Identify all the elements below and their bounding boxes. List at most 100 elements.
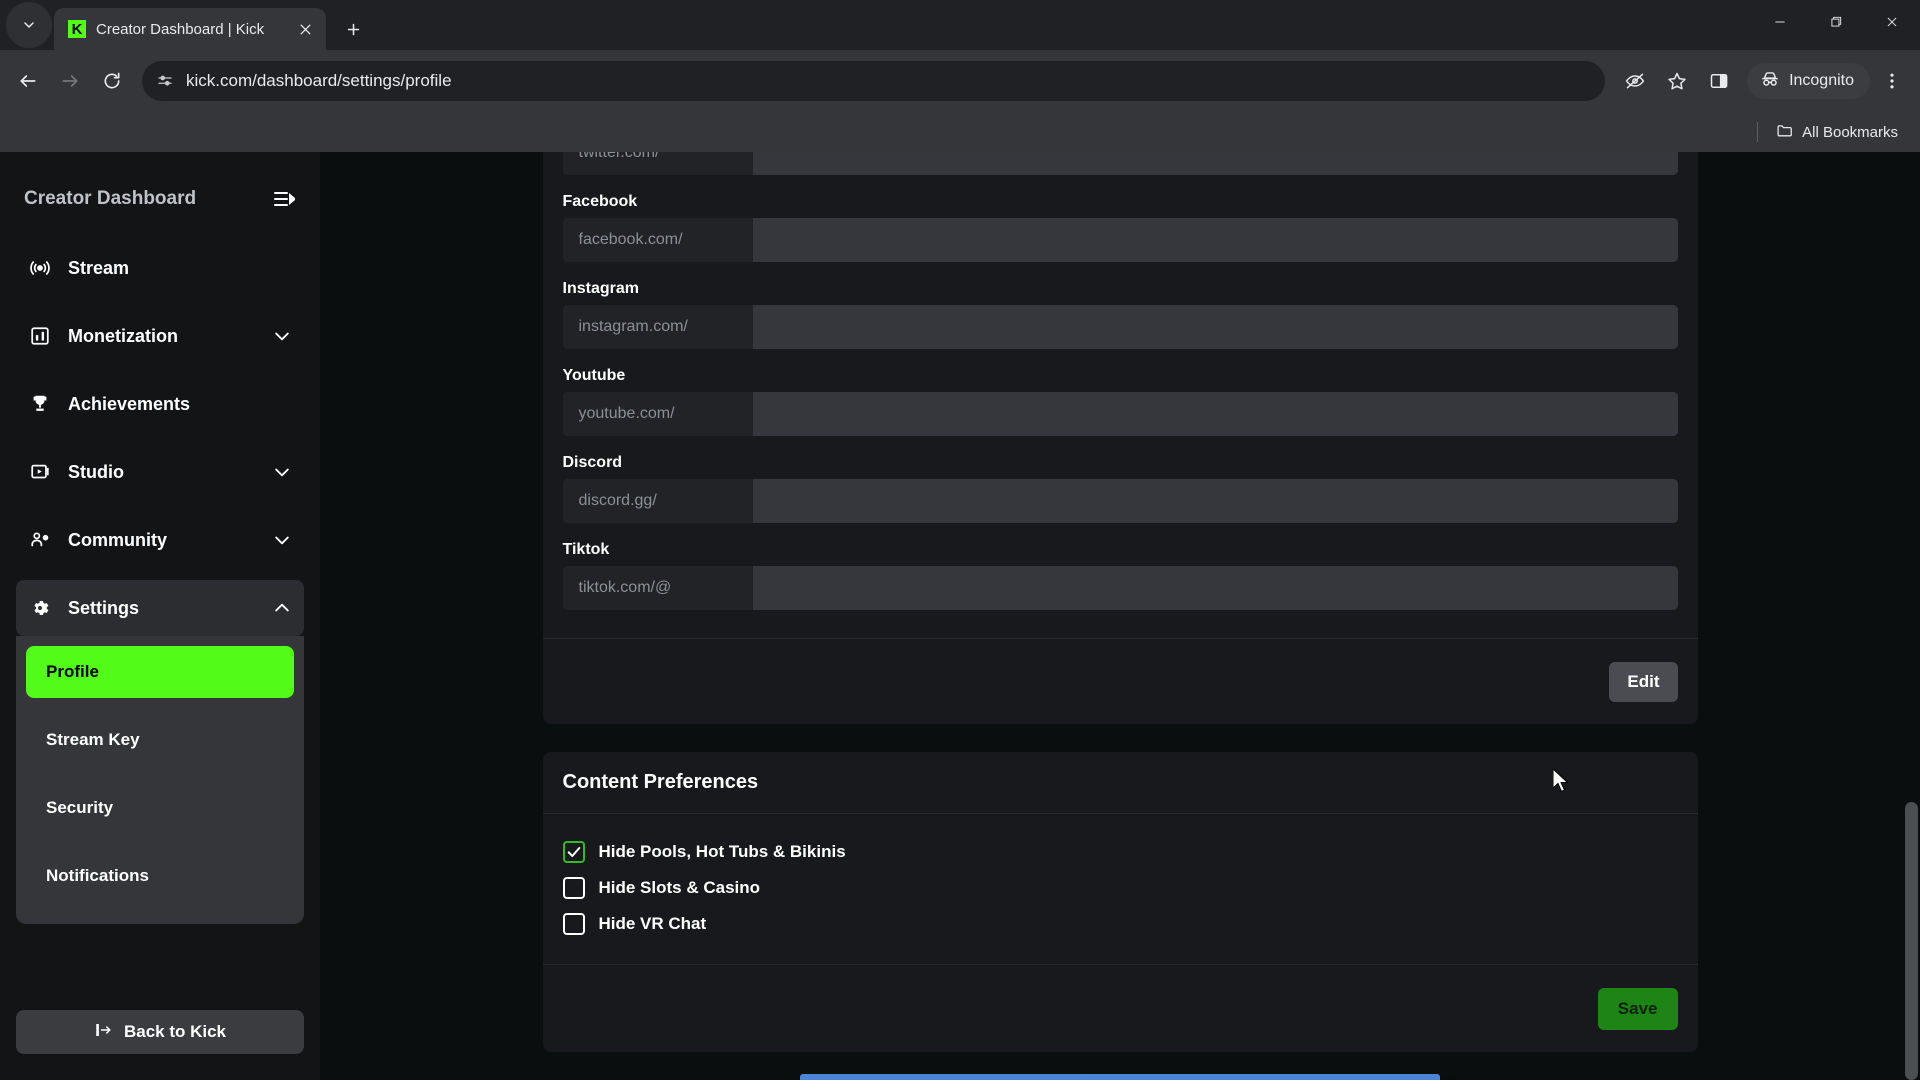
mouse-cursor bbox=[1552, 767, 1573, 795]
chevron-down-icon[interactable] bbox=[272, 530, 292, 550]
page-scrollbar[interactable] bbox=[1903, 152, 1920, 1080]
field-prefix: discord.gg/ bbox=[562, 479, 753, 523]
checkbox-label: Hide Pools, Hot Tubs & Bikinis bbox=[598, 842, 846, 861]
gear-icon bbox=[28, 596, 52, 620]
side-panel-icon[interactable] bbox=[1699, 61, 1739, 101]
back-to-kick-label: Back to Kick bbox=[123, 1022, 227, 1041]
checkbox-row-pools[interactable]: Hide Pools, Hot Tubs & Bikinis bbox=[562, 834, 1678, 870]
field-label: Facebook bbox=[562, 193, 638, 210]
field-value[interactable] bbox=[752, 152, 1678, 175]
content-preferences-options: Hide Pools, Hot Tubs & Bikinis Hide Slot… bbox=[543, 814, 1698, 964]
checkbox-label: Hide Slots & Casino bbox=[598, 878, 761, 897]
checkbox-hide-pools[interactable] bbox=[562, 841, 585, 863]
sidebar-item-profile[interactable]: Profile bbox=[26, 646, 294, 698]
all-bookmarks-label: All Bookmarks bbox=[1802, 123, 1898, 141]
instagram-input[interactable]: instagram.com/ bbox=[562, 305, 1678, 349]
site-settings-icon[interactable] bbox=[156, 72, 174, 90]
sidebar-item-label: Achievements bbox=[68, 393, 191, 414]
field-label: Discord bbox=[562, 454, 623, 471]
field-value[interactable] bbox=[752, 566, 1678, 610]
next-section-partial bbox=[800, 1074, 1440, 1080]
field-prefix: youtube.com/ bbox=[562, 392, 753, 436]
field-prefix: twitter.com/ bbox=[562, 152, 753, 175]
minimize-icon[interactable] bbox=[1752, 0, 1808, 44]
sidebar-item-label: Stream bbox=[68, 257, 130, 278]
content-preferences-footer: Save bbox=[542, 964, 1698, 1052]
field-value[interactable] bbox=[752, 479, 1678, 523]
checkbox-label: Hide VR Chat bbox=[598, 914, 707, 933]
form-row-facebook: Facebook facebook.com/ bbox=[562, 193, 1678, 262]
social-links-form: Twitter twitter.com/ Facebook facebook.c… bbox=[543, 152, 1698, 638]
browser-tab[interactable]: K Creator Dashboard | Kick bbox=[54, 8, 326, 50]
reload-icon[interactable] bbox=[92, 61, 132, 101]
sidebar-subitem-label: Stream Key bbox=[46, 730, 140, 749]
field-value[interactable] bbox=[752, 392, 1678, 436]
sidebar-item-community[interactable]: Community bbox=[16, 512, 304, 568]
chevron-down-icon[interactable] bbox=[272, 326, 292, 346]
kick-logo-icon: K bbox=[68, 20, 86, 38]
field-value[interactable] bbox=[752, 218, 1678, 262]
three-dot-menu-icon[interactable] bbox=[1872, 61, 1912, 101]
sidebar-title: Creator Dashboard bbox=[24, 188, 197, 209]
edit-button[interactable]: Edit bbox=[1609, 661, 1678, 702]
incognito-icon bbox=[1759, 68, 1781, 95]
checkbox-hide-slots[interactable] bbox=[562, 877, 585, 899]
tab-search-icon[interactable] bbox=[6, 2, 52, 48]
collapse-sidebar-icon[interactable] bbox=[272, 187, 296, 211]
sidebar-item-label: Settings bbox=[68, 597, 140, 618]
sidebar-item-settings[interactable]: Settings bbox=[16, 580, 304, 636]
checkbox-row-vrchat[interactable]: Hide VR Chat bbox=[562, 906, 1678, 942]
tiktok-input[interactable]: tiktok.com/@ bbox=[562, 566, 1678, 610]
chevron-down-icon[interactable] bbox=[272, 462, 292, 482]
social-links-card: Twitter twitter.com/ Facebook facebook.c… bbox=[542, 152, 1698, 724]
sidebar-item-label: Community bbox=[68, 529, 167, 550]
checkbox-hide-vr-chat[interactable] bbox=[562, 913, 585, 935]
back-arrow-icon[interactable] bbox=[8, 61, 48, 101]
browser-window: K Creator Dashboard | Kick kick.com/dash… bbox=[0, 0, 1920, 1080]
content-preferences-card: Content Preferences Hide Pools, Hot Tubs… bbox=[542, 752, 1698, 1052]
sidebar-item-label: Monetization bbox=[68, 325, 178, 346]
field-prefix: tiktok.com/@ bbox=[562, 566, 753, 610]
window-close-icon[interactable] bbox=[1864, 0, 1920, 44]
facebook-input[interactable]: facebook.com/ bbox=[562, 218, 1678, 262]
sidebar-item-stream[interactable]: Stream bbox=[16, 240, 304, 296]
settings-profile-content: Twitter twitter.com/ Facebook facebook.c… bbox=[320, 152, 1920, 1080]
field-value[interactable] bbox=[752, 305, 1678, 349]
sidebar-header: Creator Dashboard bbox=[16, 152, 304, 222]
sidebar-item-notifications[interactable]: Notifications bbox=[26, 850, 294, 902]
tab-strip: K Creator Dashboard | Kick bbox=[0, 0, 1920, 50]
main-content: Twitter twitter.com/ Facebook facebook.c… bbox=[320, 152, 1920, 1080]
star-icon[interactable] bbox=[1657, 61, 1697, 101]
back-to-kick-button[interactable]: Back to Kick bbox=[16, 1010, 304, 1054]
save-button[interactable]: Save bbox=[1597, 987, 1678, 1030]
form-row-twitter: Twitter twitter.com/ bbox=[562, 152, 1678, 175]
maximize-icon[interactable] bbox=[1808, 0, 1864, 44]
new-tab-button[interactable] bbox=[336, 12, 370, 46]
sidebar-item-security[interactable]: Security bbox=[26, 782, 294, 834]
scrollbar-thumb[interactable] bbox=[1905, 802, 1918, 1080]
form-row-tiktok: Tiktok tiktok.com/@ bbox=[562, 541, 1678, 610]
chevron-up-icon[interactable] bbox=[272, 598, 292, 618]
profile-chip[interactable]: Incognito bbox=[1747, 63, 1870, 99]
youtube-input[interactable]: youtube.com/ bbox=[562, 392, 1678, 436]
sidebar-item-monetization[interactable]: Monetization bbox=[16, 308, 304, 364]
twitter-input[interactable]: twitter.com/ bbox=[562, 152, 1678, 175]
sidebar-item-achievements[interactable]: Achievements bbox=[16, 376, 304, 432]
browser-toolbar: kick.com/dashboard/settings/profile Inco… bbox=[0, 50, 1920, 112]
discord-input[interactable]: discord.gg/ bbox=[562, 479, 1678, 523]
close-icon[interactable] bbox=[294, 18, 316, 40]
sidebar-item-stream-key[interactable]: Stream Key bbox=[26, 714, 294, 766]
sidebar-item-studio[interactable]: Studio bbox=[16, 444, 304, 500]
bar-chart-icon bbox=[28, 324, 52, 348]
sidebar-item-label: Studio bbox=[68, 461, 124, 482]
bookmarks-divider bbox=[1757, 122, 1759, 142]
creator-dashboard-sidebar: Creator Dashboard Stream Monetization Ac… bbox=[0, 152, 320, 1080]
checkbox-row-slots[interactable]: Hide Slots & Casino bbox=[562, 870, 1678, 906]
forward-arrow-icon[interactable] bbox=[50, 61, 90, 101]
eye-slash-icon[interactable] bbox=[1615, 61, 1655, 101]
sidebar-nav: Stream Monetization Achievements Studio … bbox=[16, 240, 304, 924]
address-bar[interactable]: kick.com/dashboard/settings/profile bbox=[142, 61, 1606, 101]
all-bookmarks-button[interactable]: All Bookmarks bbox=[1768, 118, 1906, 147]
field-prefix: facebook.com/ bbox=[562, 218, 753, 262]
